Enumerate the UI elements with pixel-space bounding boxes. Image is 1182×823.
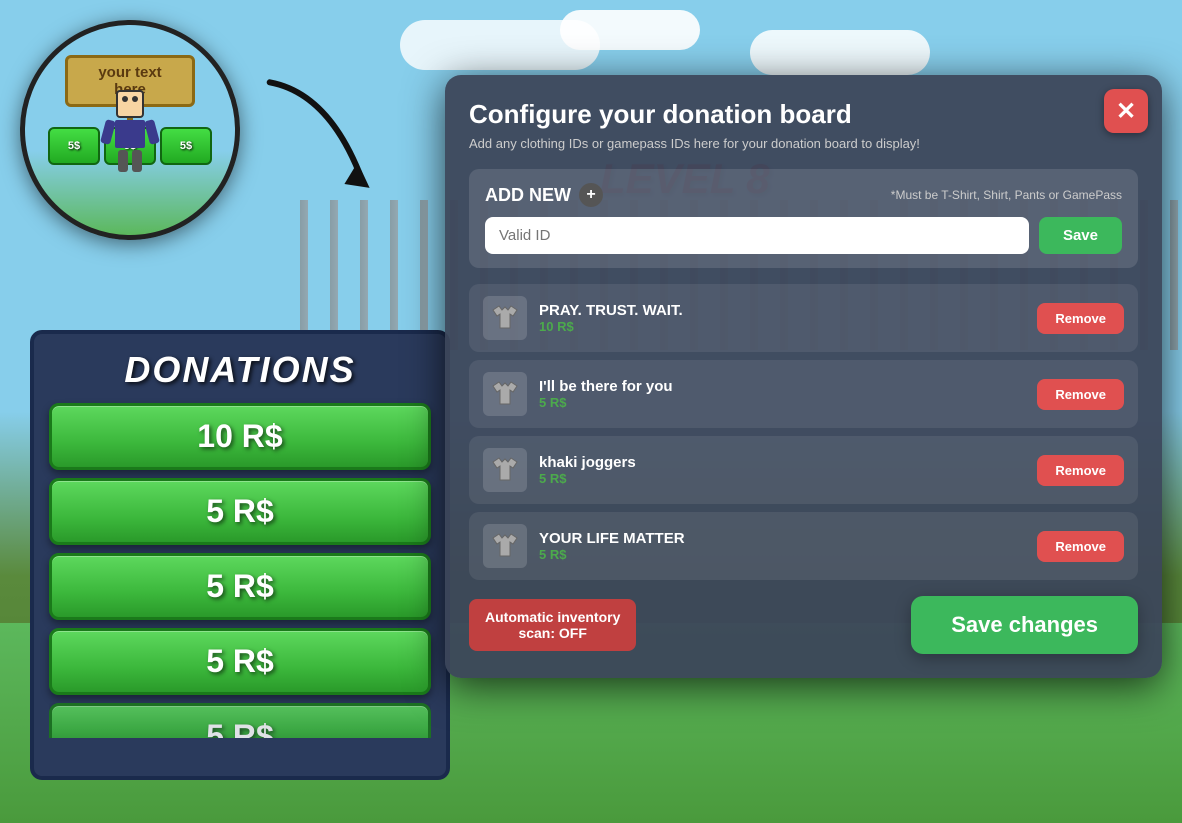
close-button[interactable]: ✕ [1104, 89, 1148, 133]
item-icon-1 [483, 296, 527, 340]
modal-subtitle: Add any clothing IDs or gamepass IDs her… [469, 136, 1138, 151]
donation-btn-4[interactable]: 5 R$ [49, 628, 431, 695]
donation-btn-2[interactable]: 5 R$ [49, 478, 431, 545]
add-new-header: ADD NEW + *Must be T-Shirt, Shirt, Pants… [485, 183, 1122, 207]
preview-btn-3: 5$ [160, 127, 212, 165]
item-name-4: YOUR LIFE MATTER [539, 530, 1025, 547]
item-icon-2 [483, 372, 527, 416]
donation-board: DONATIONS 10 R$ 5 R$ 5 R$ 5 R$ 5 R$ [30, 330, 450, 780]
circle-character [105, 90, 155, 180]
item-name-2: I'll be there for you [539, 378, 1025, 395]
add-new-label: ADD NEW [485, 185, 571, 206]
add-new-section: ADD NEW + *Must be T-Shirt, Shirt, Pants… [469, 169, 1138, 268]
list-item: PRAY. TRUST. WAIT. 10 R$ Remove [469, 284, 1138, 352]
item-name-3: khaki joggers [539, 454, 1025, 471]
modal-footer: Automatic inventory scan: OFF Save chang… [469, 596, 1138, 654]
auto-scan-badge: Automatic inventory scan: OFF [469, 599, 636, 651]
list-item: YOUR LIFE MATTER 5 R$ Remove [469, 512, 1138, 580]
list-item: I'll be there for you 5 R$ Remove [469, 360, 1138, 428]
save-changes-button[interactable]: Save changes [911, 596, 1138, 654]
remove-button-1[interactable]: Remove [1037, 303, 1124, 334]
item-info-1: PRAY. TRUST. WAIT. 10 R$ [539, 302, 1025, 334]
modal-title: Configure your donation board [469, 99, 1088, 130]
valid-id-input[interactable] [485, 217, 1029, 254]
item-price-1: 10 R$ [539, 319, 1025, 334]
add-save-button[interactable]: Save [1039, 217, 1122, 254]
cloud-3 [750, 30, 930, 75]
item-name-1: PRAY. TRUST. WAIT. [539, 302, 1025, 319]
donation-btn-5[interactable]: 5 R$ [49, 703, 431, 753]
item-info-2: I'll be there for you 5 R$ [539, 378, 1025, 410]
item-icon-3 [483, 448, 527, 492]
remove-button-4[interactable]: Remove [1037, 531, 1124, 562]
donation-btn-3[interactable]: 5 R$ [49, 553, 431, 620]
item-info-4: YOUR LIFE MATTER 5 R$ [539, 530, 1025, 562]
item-price-3: 5 R$ [539, 471, 1025, 486]
preview-circle: your text here 5$ 5$ 5$ [20, 20, 240, 240]
item-price-4: 5 R$ [539, 547, 1025, 562]
donation-btn-1[interactable]: 10 R$ [49, 403, 431, 470]
cloud-2 [560, 10, 700, 50]
add-new-row: Save [485, 217, 1122, 254]
donation-board-title: DONATIONS [49, 349, 431, 391]
remove-button-3[interactable]: Remove [1037, 455, 1124, 486]
plus-icon: + [579, 183, 603, 207]
add-new-note: *Must be T-Shirt, Shirt, Pants or GamePa… [891, 188, 1122, 202]
list-item: khaki joggers 5 R$ Remove [469, 436, 1138, 504]
item-info-3: khaki joggers 5 R$ [539, 454, 1025, 486]
items-list: PRAY. TRUST. WAIT. 10 R$ Remove I'll be … [469, 284, 1138, 580]
remove-button-2[interactable]: Remove [1037, 379, 1124, 410]
item-price-2: 5 R$ [539, 395, 1025, 410]
preview-btn-1: 5$ [48, 127, 100, 165]
item-icon-4 [483, 524, 527, 568]
configure-modal: ✕ Configure your donation board Add any … [445, 75, 1162, 678]
